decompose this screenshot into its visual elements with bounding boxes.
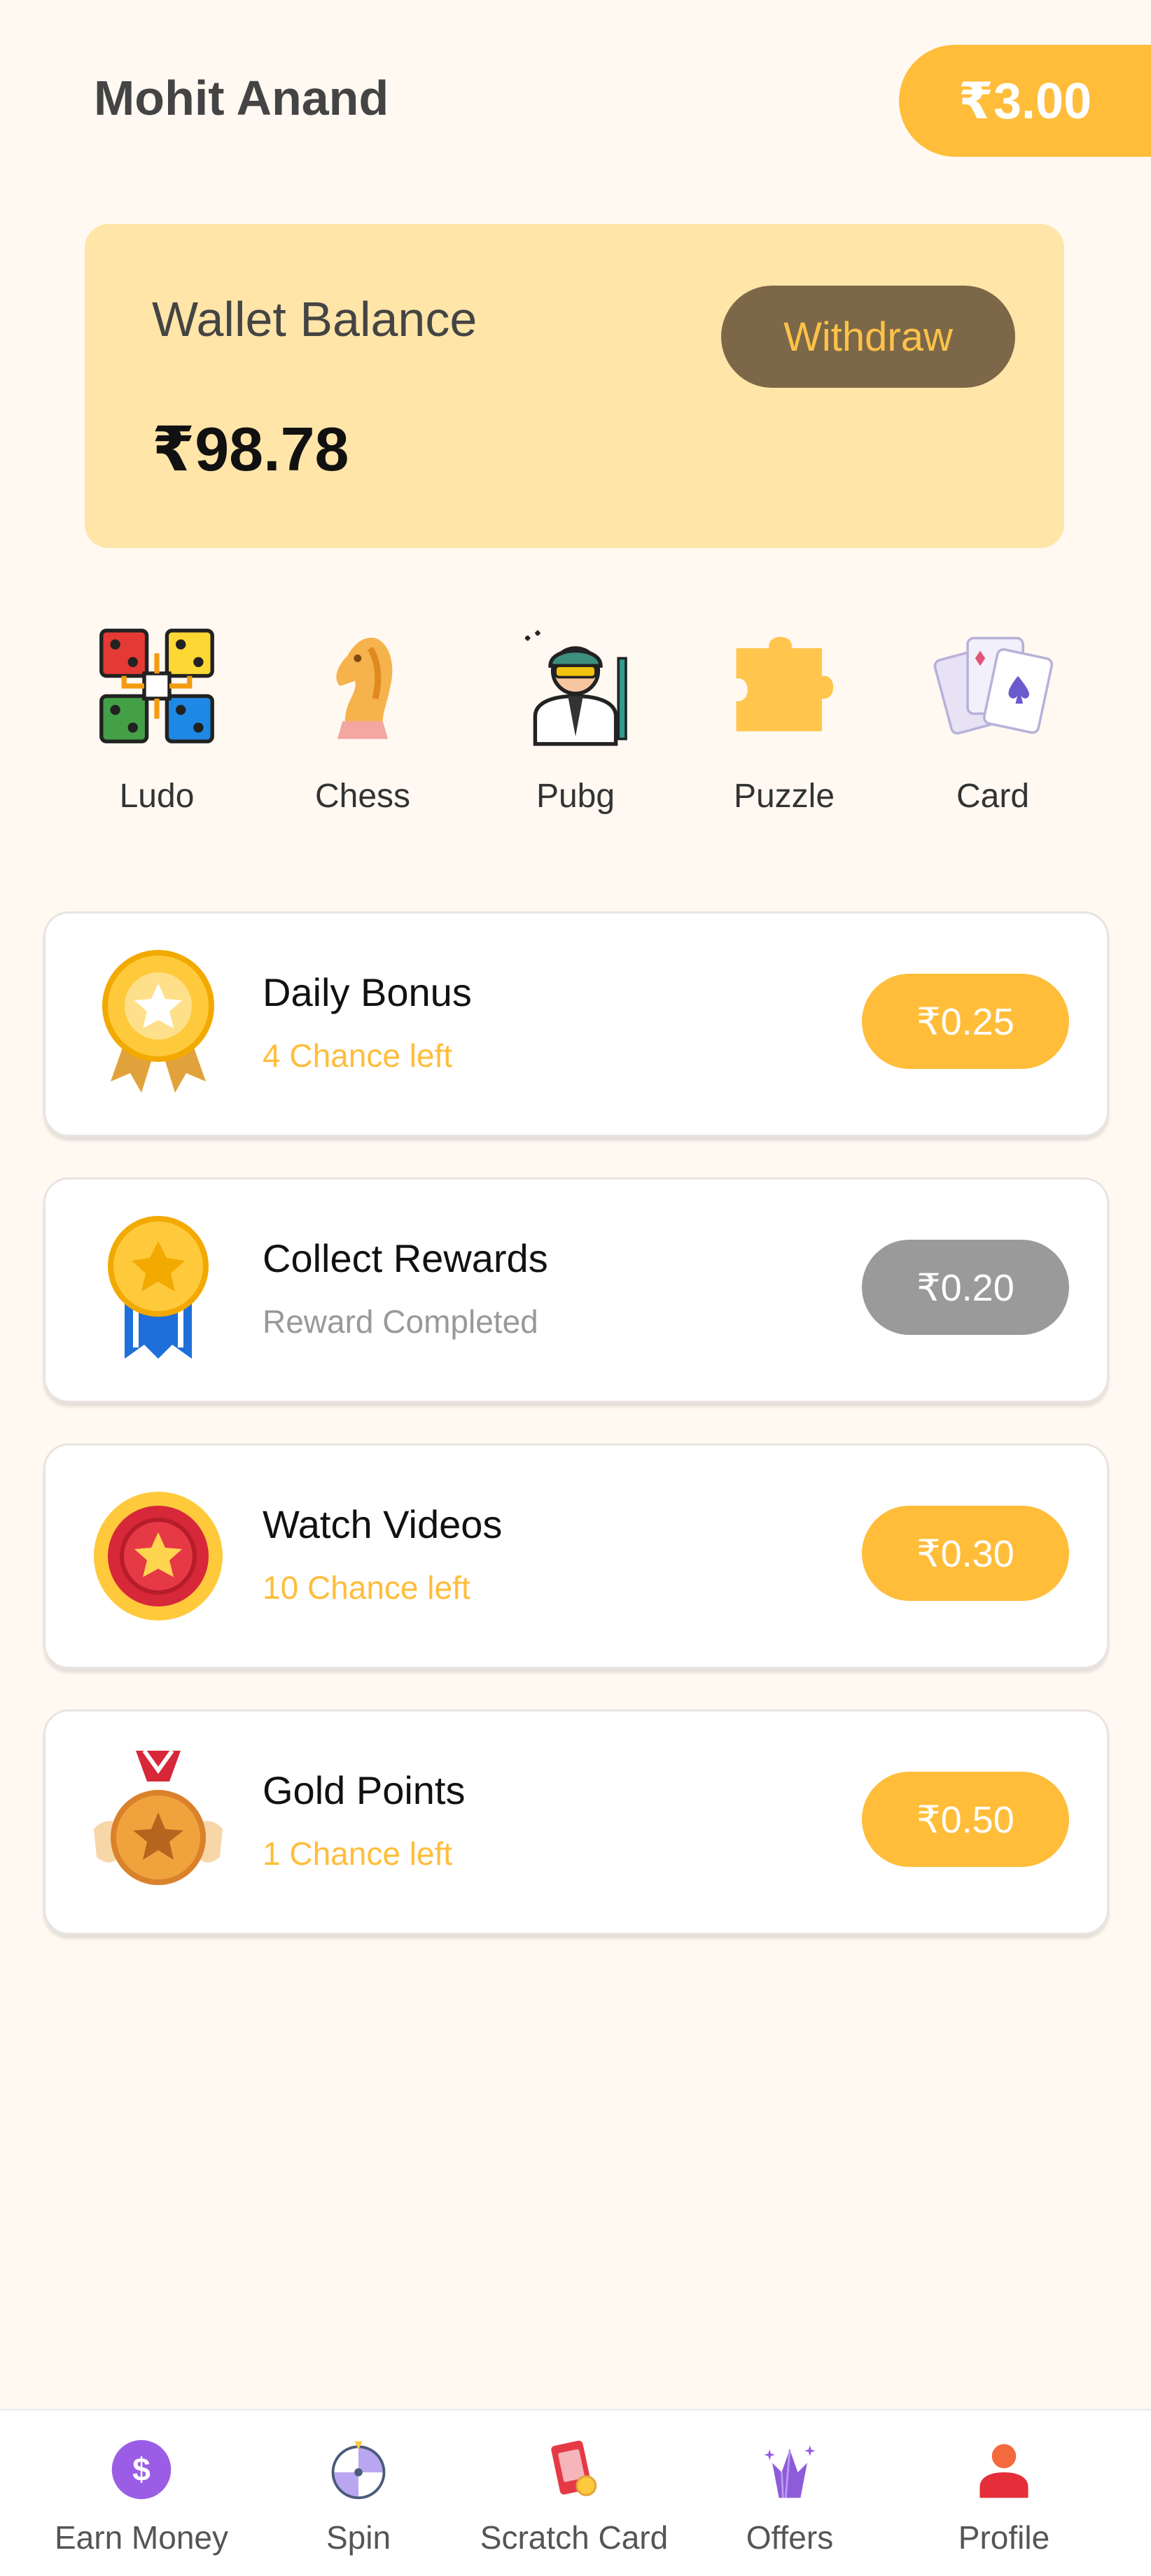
- task-title: Watch Videos: [263, 1502, 503, 1546]
- app-header: Mohit Anand ₹3.00: [0, 0, 1151, 210]
- task-card-daily-bonus[interactable]: Daily Bonus 4 Chance left ₹0.25: [43, 911, 1109, 1137]
- red-badge-star-icon: [94, 1492, 223, 1620]
- game-ludo[interactable]: Ludo: [73, 623, 241, 833]
- claim-reward-button[interactable]: ₹0.25: [862, 974, 1069, 1069]
- nav-profile[interactable]: Profile: [899, 2411, 1109, 2576]
- claim-reward-button[interactable]: ₹0.30: [862, 1506, 1069, 1601]
- bottom-nav: $ Earn Money Spin Scratch Card Offers Pr…: [0, 2409, 1151, 2576]
- game-card[interactable]: Card: [909, 623, 1077, 833]
- nav-scratch-card[interactable]: Scratch Card: [469, 2411, 679, 2576]
- nav-earn-money[interactable]: $ Earn Money: [36, 2411, 246, 2576]
- task-card-watch-videos[interactable]: Watch Videos 10 Chance left ₹0.30: [43, 1443, 1109, 1669]
- chess-knight-icon: [336, 638, 393, 739]
- gold-medal-star-icon: [102, 950, 214, 1093]
- profile-icon: [979, 2444, 1028, 2498]
- game-label: Puzzle: [733, 778, 835, 815]
- game-label: Card: [956, 778, 1030, 815]
- nav-label: Offers: [746, 2519, 834, 2556]
- game-pubg[interactable]: Pubg: [491, 623, 660, 833]
- medal-ribbon-icon: [108, 1216, 209, 1359]
- wallet-balance-label: Wallet Balance: [152, 292, 477, 346]
- claim-reward-button[interactable]: ₹0.20: [862, 1240, 1069, 1335]
- puzzle-piece-icon: [736, 636, 834, 732]
- nav-offers[interactable]: Offers: [685, 2411, 895, 2576]
- task-card-gold-points[interactable]: Gold Points 1 Chance left ₹0.50: [43, 1709, 1109, 1935]
- scratch-card-icon: [551, 2440, 597, 2496]
- game-chess[interactable]: Chess: [279, 623, 447, 833]
- nav-label: Earn Money: [54, 2519, 228, 2556]
- task-subtitle: 10 Chance left: [263, 1569, 470, 1606]
- nav-label: Spin: [326, 2519, 391, 2556]
- ludo-board-icon: [99, 629, 214, 743]
- user-name: Mohit Anand: [94, 71, 389, 125]
- task-subtitle: 1 Chance left: [263, 1835, 453, 1872]
- game-label: Pubg: [536, 778, 615, 815]
- games-row: Ludo Chess Pubg Puzzle Card: [0, 623, 1151, 833]
- task-title: Daily Bonus: [263, 970, 472, 1014]
- playing-cards-icon: [933, 636, 1054, 735]
- task-subtitle: Reward Completed: [263, 1303, 538, 1340]
- wallet-balance-amount: ₹98.78: [152, 414, 349, 484]
- svg-text:$: $: [132, 2451, 151, 2487]
- nav-label: Scratch Card: [480, 2519, 669, 2556]
- game-label: Ludo: [119, 778, 195, 815]
- offers-crystal-icon: [764, 2445, 816, 2498]
- coin-balance-badge[interactable]: ₹3.00: [899, 45, 1151, 157]
- task-card-collect-rewards[interactable]: Collect Rewards Reward Completed ₹0.20: [43, 1177, 1109, 1403]
- withdraw-button[interactable]: Withdraw: [721, 286, 1015, 388]
- soldier-icon: [525, 630, 627, 746]
- task-title: Collect Rewards: [263, 1236, 548, 1280]
- spin-wheel-icon: [331, 2441, 386, 2500]
- winged-medal-icon: [94, 1749, 223, 1885]
- claim-reward-button[interactable]: ₹0.50: [862, 1772, 1069, 1867]
- nav-spin[interactable]: Spin: [253, 2411, 463, 2576]
- task-subtitle: 4 Chance left: [263, 1037, 453, 1074]
- nav-label: Profile: [958, 2519, 1050, 2556]
- task-title: Gold Points: [263, 1768, 466, 1812]
- game-label: Chess: [314, 778, 411, 815]
- game-puzzle[interactable]: Puzzle: [700, 623, 868, 833]
- wallet-card: Wallet Balance ₹98.78 Withdraw: [85, 224, 1064, 548]
- dollar-coin-icon: $: [111, 2440, 172, 2500]
